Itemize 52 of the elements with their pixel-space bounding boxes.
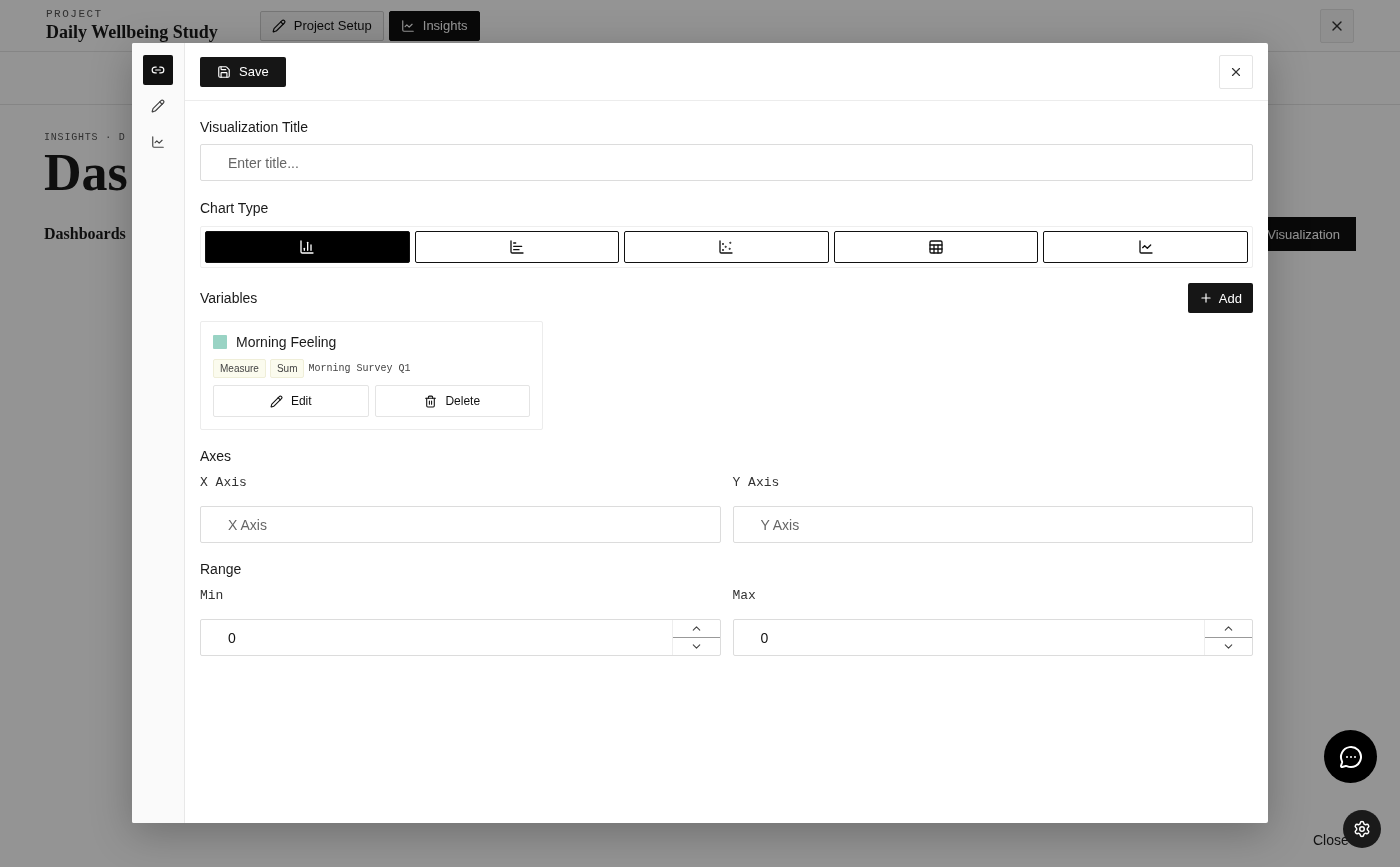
section-label: Range bbox=[200, 561, 242, 577]
section-label: Variables bbox=[200, 289, 258, 307]
bar-chart-icon bbox=[299, 239, 316, 255]
field-label: X Axis bbox=[200, 474, 248, 492]
field-label: Max bbox=[732, 587, 757, 605]
section-label: Axes bbox=[200, 448, 232, 464]
horizontal-bar-chart-icon bbox=[508, 239, 525, 255]
save-button[interactable]: Save bbox=[200, 56, 286, 87]
pencil-icon bbox=[151, 99, 165, 113]
trash-icon bbox=[424, 394, 438, 408]
page-heading: Das bbox=[44, 143, 128, 203]
pencil-icon bbox=[269, 394, 283, 408]
field-label: Min bbox=[200, 587, 225, 605]
link-icon bbox=[151, 63, 165, 77]
chat-icon bbox=[1338, 744, 1363, 769]
breadcrumb: INSIGHTS · D bbox=[44, 132, 126, 143]
axis-field[interactable]: Y Axis bbox=[732, 506, 1253, 543]
field-label: Visualization Title bbox=[200, 118, 309, 136]
save-icon bbox=[217, 64, 231, 79]
variable-source: Morning Survey Q1 bbox=[308, 363, 411, 374]
dashboards-tab[interactable]: Dashboards bbox=[44, 225, 126, 243]
nav-tab[interactable]: Project Setup bbox=[259, 10, 384, 41]
sidebar-button[interactable] bbox=[143, 55, 173, 85]
variable-tag: Sum bbox=[269, 359, 305, 378]
chart-type-button[interactable] bbox=[624, 231, 829, 263]
edit-button[interactable]: Edit bbox=[213, 385, 369, 417]
line-chart-icon bbox=[400, 18, 415, 33]
pencil-icon bbox=[271, 18, 286, 33]
number-field[interactable]: 0 bbox=[200, 619, 721, 656]
number-field[interactable]: 0 bbox=[732, 619, 1253, 656]
settings-icon bbox=[1353, 820, 1371, 838]
chart-type-button[interactable] bbox=[833, 231, 1039, 263]
nav-tab[interactable]: Insights bbox=[388, 10, 480, 41]
line-chart-icon bbox=[151, 135, 165, 149]
field-label: Y Axis bbox=[732, 474, 781, 492]
scatter-chart-icon bbox=[718, 239, 735, 255]
title-field[interactable]: Enter title... bbox=[200, 144, 1253, 181]
table-icon bbox=[928, 239, 945, 255]
chart-type-button[interactable] bbox=[1043, 231, 1248, 263]
delete-button[interactable]: Delete bbox=[374, 385, 530, 417]
field-label: Chart Type bbox=[200, 200, 269, 216]
axis-field[interactable]: X Axis bbox=[200, 506, 721, 543]
variable-tag: Measure bbox=[213, 359, 266, 378]
close-link[interactable]: Close bbox=[1313, 832, 1349, 848]
add-button[interactable]: Add bbox=[1187, 283, 1253, 313]
project-label: PROJECT bbox=[46, 8, 104, 20]
chat-button[interactable] bbox=[1324, 730, 1377, 783]
plus-icon bbox=[1198, 291, 1213, 305]
line-chart-icon bbox=[1137, 239, 1154, 255]
variable-name: Morning Feeling bbox=[236, 334, 337, 350]
chart-type-button[interactable] bbox=[414, 231, 620, 263]
project-name: Daily Wellbeing Study bbox=[46, 22, 218, 43]
